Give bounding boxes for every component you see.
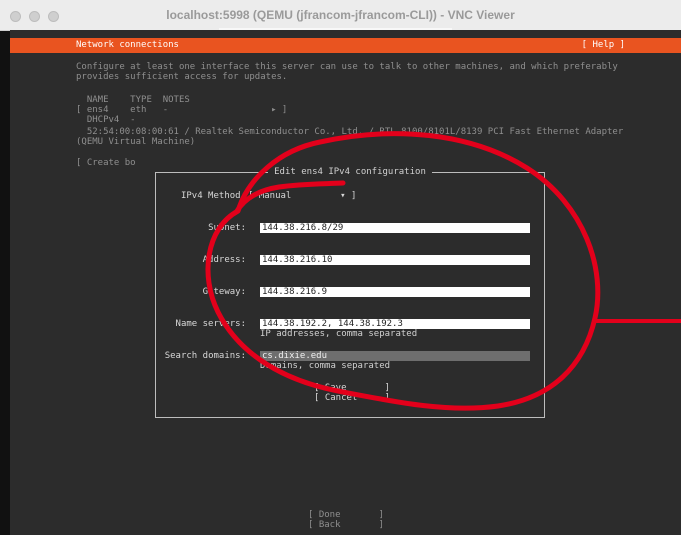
vnc-viewer-window: localhost:5998 (QEMU (jfrancom-jfrancom-… [0,0,681,535]
done-button[interactable]: [ Done ] [308,510,384,520]
table-row-mac: 52:54:00:08:00:61 / Realtek Semiconducto… [76,127,624,137]
dialog-title: Edit ens4 IPv4 configuration [268,167,432,177]
back-button[interactable]: [ Back ] [308,520,384,530]
subnet-input[interactable]: 144.38.216.8/29 [260,223,530,233]
gateway-label: Gateway: [202,287,246,297]
search-domains-input[interactable]: cs.dixie.edu [260,351,530,361]
dialog-title-wrap: Edit ens4 IPv4 configuration [156,167,544,177]
address-input[interactable]: 144.38.216.10 [260,255,530,265]
table-row-ens4[interactable]: [ ens4 eth - ▸ ] [76,105,287,115]
header-title: Network connections [76,40,179,50]
ipv4-method-label: IPv4 Method: [180,191,246,201]
intro-line-1: Configure at least one interface this se… [76,62,618,72]
window-title: localhost:5998 (QEMU (jfrancom-jfrancom-… [166,8,515,22]
address-label: Address: [202,255,246,265]
installer-header: Network connections [ Help ] [10,38,681,53]
cancel-button[interactable]: [ Cancel ] [314,393,390,403]
subnet-label: Subnet: [208,223,246,233]
table-headers: NAME TYPE NOTES [76,95,190,105]
title-bar[interactable]: localhost:5998 (QEMU (jfrancom-jfrancom-… [0,0,681,31]
table-row-vm: (QEMU Virtual Machine) [76,137,196,147]
ipv4-method-dropdown[interactable]: [ Manual ▾ ] [248,191,356,201]
name-servers-input[interactable]: 144.38.192.2, 144.38.192.3 [260,319,530,329]
intro-line-2: provides sufficient access for updates. [76,72,288,82]
gateway-input[interactable]: 144.38.216.9 [260,287,530,297]
name-servers-label: Name servers: [175,319,246,329]
search-domains-label: Search domains: [164,351,246,361]
save-button[interactable]: [ Save ] [314,383,390,393]
ipv4-config-dialog: Edit ens4 IPv4 configuration IPv4 Method… [155,167,545,418]
terminal-screen[interactable]: Network connections [ Help ] Configure a… [10,30,681,535]
search-domains-hint: Domains, comma separated [260,361,391,371]
table-row-dhcp: DHCPv4 - [76,115,136,125]
create-bond-button[interactable]: [ Create bo [76,158,136,168]
help-button[interactable]: [ Help ] [582,40,625,50]
name-servers-hint: IP addresses, comma separated [260,329,418,339]
